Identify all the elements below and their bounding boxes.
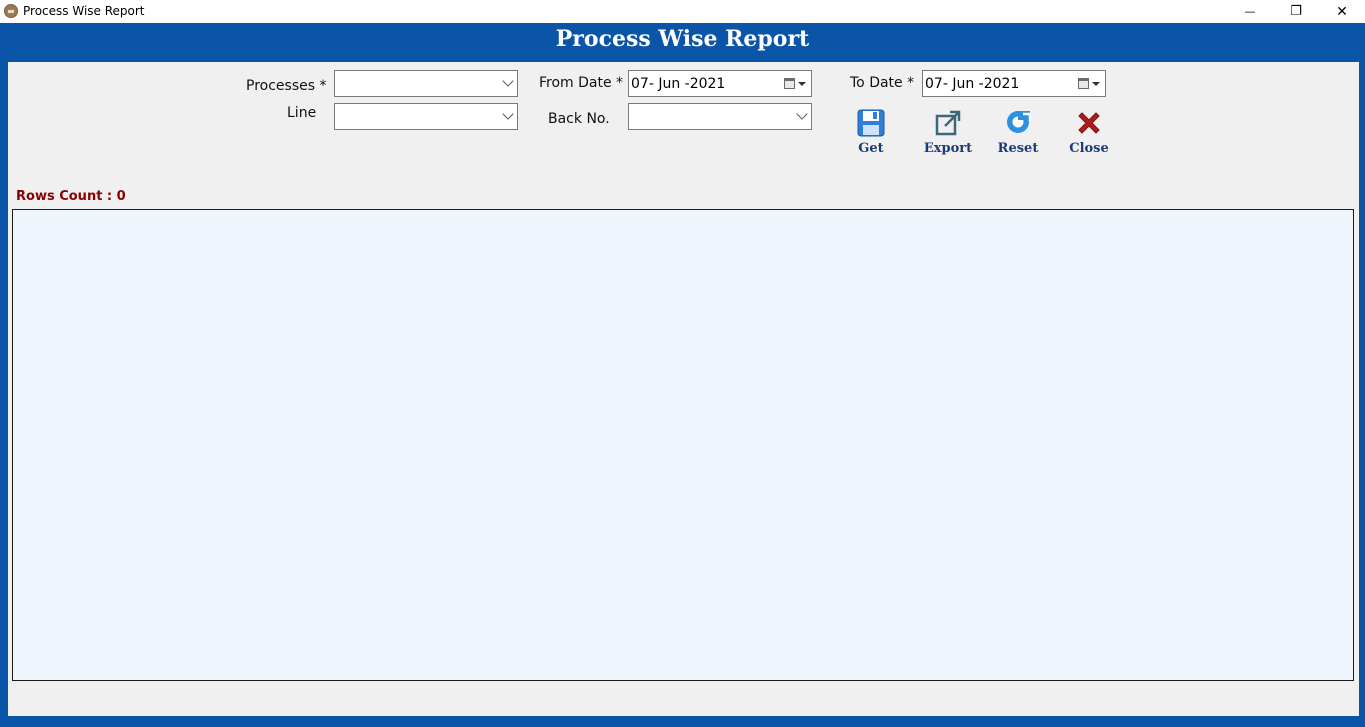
app-icon xyxy=(4,4,18,18)
processes-dropdown[interactable] xyxy=(334,70,518,97)
get-label: Get xyxy=(858,141,884,156)
reset-button[interactable]: Reset xyxy=(988,108,1048,160)
calendar-icon xyxy=(1078,78,1089,89)
close-x-icon xyxy=(1078,112,1100,134)
page-title: Process Wise Report xyxy=(555,26,810,52)
export-icon xyxy=(935,110,961,136)
line-label: Line xyxy=(287,105,317,121)
refresh-icon xyxy=(1007,111,1032,133)
close-button[interactable]: Close xyxy=(1059,108,1119,160)
data-grid[interactable] xyxy=(12,209,1354,681)
export-label: Export xyxy=(923,141,973,156)
back-no-label: Back No. xyxy=(548,111,610,127)
to-date-value: 07- Jun -2021 xyxy=(925,76,1020,92)
from-date-picker[interactable]: 07- Jun -2021 xyxy=(628,70,812,97)
from-date-label: From Date * xyxy=(539,75,624,91)
from-date-value: 07- Jun -2021 xyxy=(631,76,726,92)
chevron-down-icon xyxy=(796,108,808,120)
close-window-button[interactable]: ✕ xyxy=(1319,0,1365,23)
window-title: Process Wise Report xyxy=(23,4,145,18)
dropdown-arrow-icon xyxy=(1092,82,1100,86)
window-titlebar: Process Wise Report — ❐ ✕ xyxy=(0,0,1365,23)
close-icon: ✕ xyxy=(1336,3,1348,20)
chevron-down-icon xyxy=(502,108,514,120)
restore-icon: ❐ xyxy=(1290,4,1302,19)
to-date-label: To Date * xyxy=(850,75,915,91)
minimize-icon: — xyxy=(1244,5,1256,18)
to-date-picker[interactable]: 07- Jun -2021 xyxy=(922,70,1106,97)
minimize-button[interactable]: — xyxy=(1227,0,1273,23)
get-button[interactable]: Get xyxy=(841,108,901,160)
back-no-dropdown[interactable] xyxy=(628,103,812,130)
processes-label: Processes * xyxy=(246,78,327,94)
chevron-down-icon xyxy=(502,75,514,87)
reset-label: Reset xyxy=(997,141,1039,156)
line-dropdown[interactable] xyxy=(334,103,518,130)
save-icon xyxy=(857,109,885,137)
calendar-icon xyxy=(784,78,795,89)
close-label: Close xyxy=(1069,141,1109,156)
dropdown-arrow-icon xyxy=(798,82,806,86)
rows-count: Rows Count : 0 xyxy=(16,189,126,204)
export-button[interactable]: Export xyxy=(918,108,978,160)
restore-button[interactable]: ❐ xyxy=(1273,0,1319,23)
